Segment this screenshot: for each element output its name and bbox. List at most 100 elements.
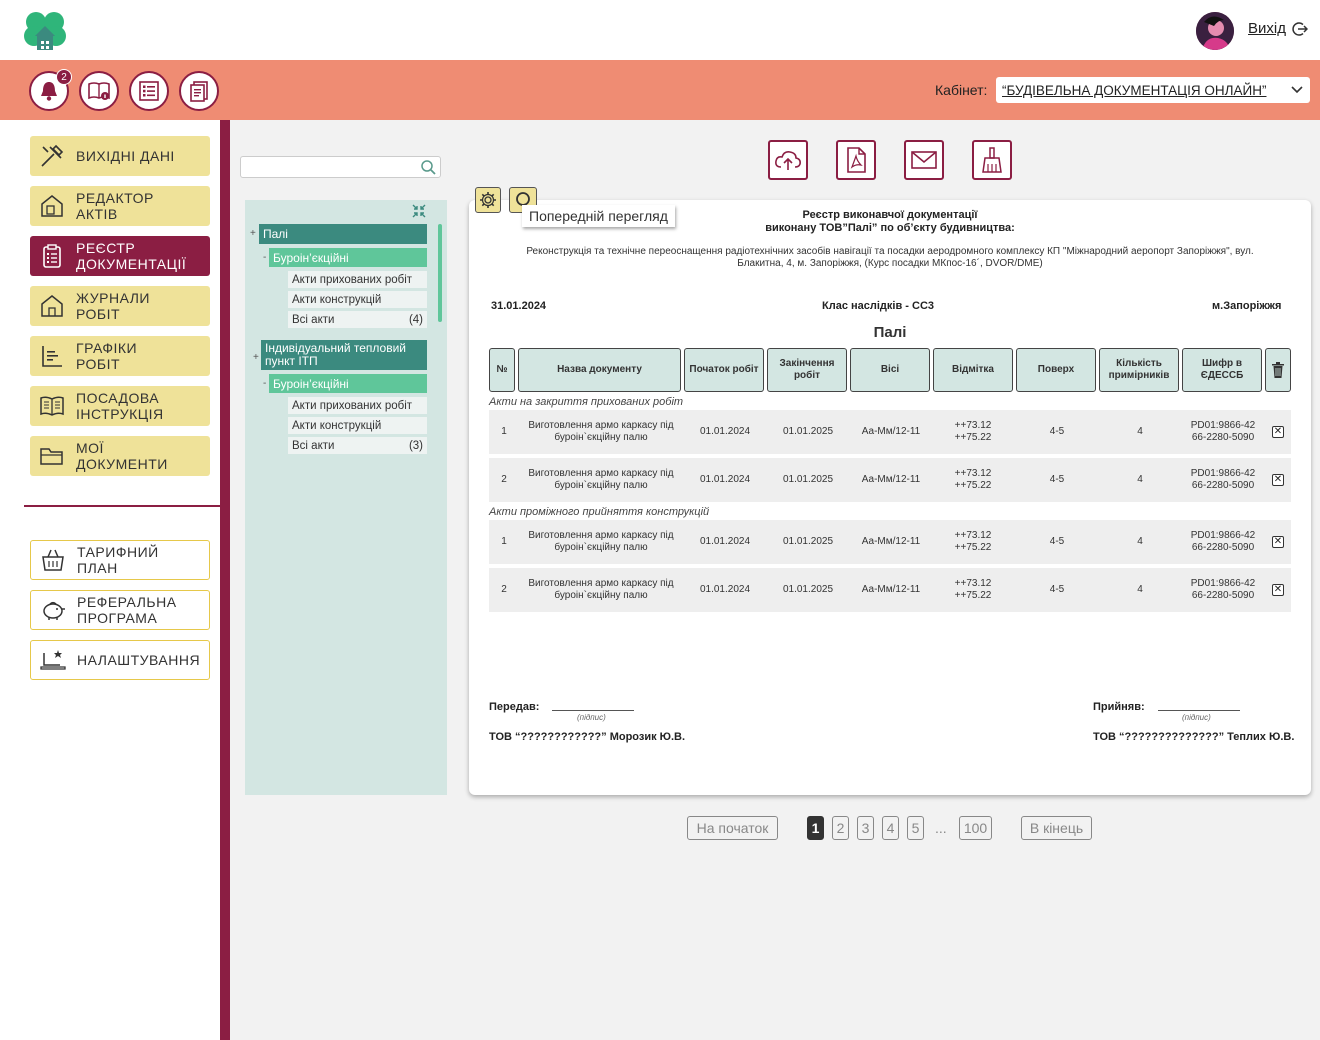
group-label: Акти на закриття прихованих робіт bbox=[489, 396, 684, 408]
collapse-toggle[interactable]: - bbox=[263, 378, 266, 389]
sidebar-item-settings[interactable]: НАЛАШТУВАННЯ bbox=[30, 640, 210, 680]
row-delete-icon[interactable]: ✕ bbox=[1272, 584, 1284, 596]
table-row[interactable]: 1 Виготовлення армо каркасу під буроін`є… bbox=[489, 520, 1291, 564]
collapse-toggle[interactable]: - bbox=[263, 252, 266, 263]
pagination-page-last[interactable]: 100 bbox=[959, 816, 992, 840]
clear-button[interactable] bbox=[972, 140, 1012, 180]
row-mark: ++73.12 ++75.22 bbox=[954, 468, 992, 491]
notifications-button[interactable]: 2 bbox=[29, 69, 72, 111]
search-icon[interactable] bbox=[420, 159, 436, 180]
piggy-bank-icon bbox=[39, 596, 67, 624]
pagination-ellipsis: ... bbox=[935, 820, 947, 836]
info-book-button[interactable] bbox=[79, 71, 119, 111]
upload-cloud-button[interactable] bbox=[768, 140, 808, 180]
tree-leaf[interactable]: Всі акти (3) bbox=[288, 437, 427, 454]
collapse-icon[interactable] bbox=[412, 204, 426, 223]
pagination-page-4[interactable]: 4 bbox=[882, 816, 899, 840]
row-axes: Аа-Мм/12-11 bbox=[861, 536, 921, 547]
expand-toggle[interactable]: + bbox=[250, 228, 256, 239]
tree-group-itp[interactable]: Індивідуальний тепловий пункт ІТП bbox=[261, 340, 427, 370]
table-row[interactable]: 2 Виготовлення армо каркасу під буроін`є… bbox=[489, 458, 1291, 502]
sign-to-label: Прийняв: bbox=[1093, 701, 1145, 713]
documents-button[interactable] bbox=[179, 71, 219, 111]
row-start: 01.01.2024 bbox=[699, 584, 751, 595]
row-num: 2 bbox=[501, 584, 507, 595]
user-avatar[interactable] bbox=[1196, 12, 1234, 50]
clover-house-logo[interactable] bbox=[22, 8, 68, 52]
settings-button[interactable] bbox=[475, 187, 501, 213]
sidebar-item-label: РЕФЕРАЛЬНА ПРОГРАМА bbox=[77, 594, 177, 626]
pagination-first-button[interactable]: На початок bbox=[687, 816, 778, 840]
cloud-upload-icon bbox=[775, 151, 801, 170]
sidebar-item-my-documents[interactable]: МОЇ ДОКУМЕНТИ bbox=[30, 436, 210, 476]
logout-button[interactable]: Вихід bbox=[1248, 20, 1308, 37]
cabinet-select[interactable]: “БУДІВЕЛЬНА ДОКУМЕНТАЦІЯ ОНЛАЙН” bbox=[996, 77, 1310, 103]
row-delete-icon[interactable]: ✕ bbox=[1272, 536, 1284, 548]
tree-leaf[interactable]: Всі акти (4) bbox=[288, 311, 427, 328]
sidebar-item-work-schedules[interactable]: ГРАФІКИ РОБІТ bbox=[30, 336, 210, 376]
expand-toggle[interactable]: + bbox=[253, 352, 259, 363]
pagination-last-button[interactable]: В кінець bbox=[1021, 816, 1092, 840]
tree-group-pali[interactable]: Палі bbox=[259, 224, 427, 244]
sidebar-item-label: НАЛАШТУВАННЯ bbox=[77, 652, 201, 668]
tree-search-input[interactable] bbox=[241, 157, 416, 177]
sign-from-hint: (підпис) bbox=[577, 713, 606, 722]
bell-icon bbox=[41, 82, 57, 101]
basket-icon bbox=[39, 546, 67, 574]
cabinet-label: Кабінет: bbox=[935, 82, 988, 98]
sidebar-item-source-data[interactable]: ВИХІДНІ ДАНІ bbox=[30, 136, 210, 176]
row-code: PD01:9866-42 66-2280-5090 bbox=[1190, 468, 1256, 491]
sidebar-item-job-instruction[interactable]: ПОСАДОВА ІНСТРУКЦІЯ bbox=[30, 386, 210, 426]
sidebar-item-label: РЕДАКТОР АКТІВ bbox=[76, 190, 154, 222]
tree-leaf[interactable]: Акти конструкцій bbox=[288, 417, 427, 434]
pagination-page-5[interactable]: 5 bbox=[907, 816, 924, 840]
sidebar-item-label: ВИХІДНІ ДАНІ bbox=[76, 148, 175, 164]
table-row[interactable]: 2 Виготовлення армо каркасу під буроін`є… bbox=[489, 568, 1291, 612]
sign-from-line bbox=[552, 710, 634, 711]
list-icon bbox=[139, 81, 159, 101]
send-email-button[interactable] bbox=[904, 140, 944, 180]
tree-leaf[interactable]: Акти конструкцій bbox=[288, 291, 427, 308]
column-header-num: № bbox=[489, 348, 515, 392]
sidebar-item-acts-editor[interactable]: РЕДАКТОР АКТІВ bbox=[30, 186, 210, 226]
tree-leaf[interactable]: Акти прихованих робіт bbox=[288, 397, 427, 414]
logout-label: Вихід bbox=[1248, 20, 1286, 37]
column-header-mark: Відмітка bbox=[933, 348, 1013, 392]
row-axes: Аа-Мм/12-11 bbox=[861, 426, 921, 437]
sidebar-item-work-journals[interactable]: ЖУРНАЛИ РОБІТ bbox=[30, 286, 210, 326]
sidebar-item-tariff-plan[interactable]: ТАРИФНИЙ ПЛАН bbox=[30, 540, 210, 580]
list-button[interactable] bbox=[129, 71, 169, 111]
sidebar-item-label: ПОСАДОВА ІНСТРУКЦІЯ bbox=[76, 390, 164, 422]
row-axes: Аа-Мм/12-11 bbox=[861, 584, 921, 595]
section-title: Палі bbox=[873, 324, 907, 341]
pagination-page-2[interactable]: 2 bbox=[832, 816, 849, 840]
sidebar-item-label: РЕЄСТР ДОКУМЕНТАЦІЇ bbox=[76, 240, 187, 272]
row-floor: 4-5 bbox=[1049, 584, 1065, 595]
chevron-down-icon bbox=[1291, 86, 1303, 94]
tree-subgroup[interactable]: Буроін’єкційні bbox=[269, 374, 427, 393]
sidebar-item-referral-program[interactable]: РЕФЕРАЛЬНА ПРОГРАМА bbox=[30, 590, 210, 630]
delete-all-button[interactable] bbox=[1265, 348, 1291, 392]
pagination-page-1[interactable]: 1 bbox=[807, 816, 824, 840]
document-city: м.Запоріжжя bbox=[1212, 300, 1282, 312]
tree-subgroup[interactable]: Буроін’єкційні bbox=[269, 248, 427, 267]
row-copies: 4 bbox=[1137, 536, 1143, 547]
document-preview: Реєстр виконавчої документації виконану … bbox=[469, 200, 1311, 795]
tree-leaf[interactable]: Акти прихованих робіт bbox=[288, 271, 427, 288]
tree-scrollbar[interactable] bbox=[438, 224, 442, 322]
row-delete-icon[interactable]: ✕ bbox=[1272, 426, 1284, 438]
row-end: 01.01.2025 bbox=[782, 474, 834, 485]
tree-subgroup-label: Буроін’єкційні bbox=[273, 376, 349, 391]
table-row[interactable]: 1 Виготовлення армо каркасу під буроін`є… bbox=[489, 410, 1291, 454]
sign-from-name: ТОВ “????????????” Морозик Ю.В. bbox=[489, 731, 686, 743]
pagination-page-3[interactable]: 3 bbox=[857, 816, 874, 840]
row-axes: Аа-Мм/12-11 bbox=[861, 474, 921, 485]
broom-icon bbox=[982, 147, 1002, 173]
row-mark: ++73.12 ++75.22 bbox=[954, 530, 992, 553]
export-pdf-button[interactable] bbox=[836, 140, 876, 180]
group-label: Акти проміжного прийняття конструкцій bbox=[489, 506, 710, 518]
book-info-icon bbox=[88, 82, 110, 100]
sidebar-item-registry[interactable]: РЕЄСТР ДОКУМЕНТАЦІЇ bbox=[30, 236, 210, 276]
row-code: PD01:9866-42 66-2280-5090 bbox=[1190, 578, 1256, 601]
row-delete-icon[interactable]: ✕ bbox=[1272, 474, 1284, 486]
